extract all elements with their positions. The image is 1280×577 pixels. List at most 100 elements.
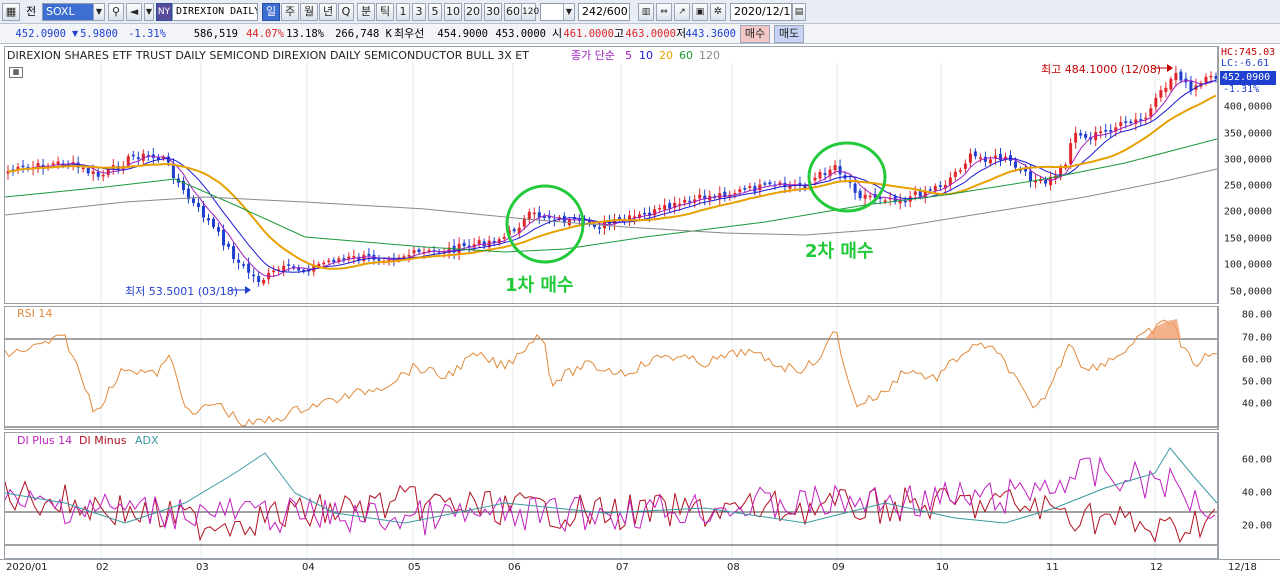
chart-type-icon[interactable]: ▥ bbox=[638, 3, 654, 21]
ma10-legend: 10 bbox=[639, 49, 653, 62]
tab-day[interactable]: 일 bbox=[262, 3, 280, 21]
candle-body bbox=[753, 186, 757, 192]
candle-body bbox=[1189, 80, 1193, 91]
rsi-panel[interactable]: RSI 14 bbox=[4, 306, 1218, 430]
x-label-12: 12 bbox=[1150, 562, 1163, 573]
bar-count-field[interactable]: 242/600 bbox=[578, 3, 630, 21]
settings-icon[interactable]: ✲ bbox=[710, 3, 726, 21]
candle-body bbox=[743, 188, 747, 190]
interval-10-button[interactable]: 10 bbox=[444, 3, 462, 21]
candle-body bbox=[823, 173, 827, 175]
quick-q-button[interactable]: Q bbox=[338, 3, 354, 21]
rsi-chart-svg bbox=[5, 307, 1217, 429]
candle-body bbox=[367, 253, 371, 256]
candle-body bbox=[131, 154, 135, 157]
candle-body bbox=[973, 151, 977, 157]
panel-grid-icon[interactable]: ▦ bbox=[9, 67, 23, 78]
change-pct-value: -1.31% bbox=[128, 28, 166, 40]
y-tick-200000: 200,0000 bbox=[1223, 206, 1272, 218]
candle-body bbox=[242, 264, 246, 266]
speaker-icon[interactable]: ◄ bbox=[126, 3, 142, 21]
open-value: 461.0000 bbox=[563, 28, 614, 40]
axis-hc-label: HC:745.03 bbox=[1221, 47, 1276, 58]
ask-value: 453.0000 bbox=[495, 28, 546, 40]
zoom-icon[interactable]: ⇔ bbox=[656, 3, 672, 21]
candle-body bbox=[322, 262, 326, 265]
custom-interval-dropdown-icon[interactable]: ▼ bbox=[563, 3, 575, 21]
sell-button[interactable]: 매도 bbox=[774, 25, 804, 43]
x-axis: 2020/01 02 03 04 05 06 07 08 09 10 11 12… bbox=[0, 559, 1280, 577]
candle-body bbox=[417, 249, 421, 253]
buy2-annotation: 2차 매수 bbox=[805, 241, 874, 262]
search-icon[interactable]: ⚲ bbox=[108, 3, 124, 21]
ma60-legend: 60 bbox=[679, 49, 693, 62]
candle-body bbox=[237, 259, 241, 263]
candle-body bbox=[201, 205, 205, 218]
x-label-09: 09 bbox=[832, 562, 845, 573]
candle-body bbox=[1174, 72, 1178, 81]
candle-body bbox=[818, 171, 822, 179]
tab-month[interactable]: 월 bbox=[300, 3, 318, 21]
candle-body bbox=[1079, 133, 1083, 136]
dmi-panel[interactable]: DI Plus 14 DI Minus ADX bbox=[4, 432, 1218, 559]
x-label-04: 04 bbox=[302, 562, 315, 573]
x-label-12-18: 12/18 bbox=[1228, 562, 1257, 573]
candle-body bbox=[1149, 108, 1153, 117]
candle-body bbox=[332, 259, 336, 263]
candle-body bbox=[978, 157, 982, 159]
candle-body bbox=[232, 246, 236, 260]
bid-value: 454.9000 bbox=[437, 28, 488, 40]
candle-body bbox=[983, 156, 987, 162]
interval-20-button[interactable]: 20 bbox=[464, 3, 482, 21]
tab-tick[interactable]: 틱 bbox=[376, 3, 394, 21]
candle-body bbox=[1124, 121, 1128, 123]
x-label-11: 11 bbox=[1046, 562, 1059, 573]
ma60-line bbox=[5, 138, 1217, 253]
candle-body bbox=[1099, 131, 1103, 134]
interval-30-button[interactable]: 30 bbox=[484, 3, 502, 21]
price-panel[interactable]: DIREXION SHARES ETF TRUST DAILY SEMICOND… bbox=[4, 46, 1218, 304]
tab-year[interactable]: 년 bbox=[319, 3, 337, 21]
tab-minute[interactable]: 분 bbox=[357, 3, 375, 21]
grid-icon[interactable]: ▦ bbox=[2, 3, 20, 21]
candle-body bbox=[683, 199, 687, 203]
trend-line-icon[interactable]: ↗ bbox=[674, 3, 690, 21]
candle-body bbox=[86, 168, 90, 174]
interval-3-button[interactable]: 3 bbox=[412, 3, 426, 21]
interval-120-button[interactable]: 120 bbox=[521, 3, 539, 21]
ma20-legend: 20 bbox=[659, 49, 673, 62]
interval-5-button[interactable]: 5 bbox=[428, 3, 442, 21]
date-field[interactable]: 2020/12/18 bbox=[730, 3, 792, 21]
x-label-10: 10 bbox=[936, 562, 949, 573]
current-change-pct: -1.31% bbox=[1223, 84, 1260, 95]
candle-body bbox=[748, 186, 752, 188]
candle-body bbox=[342, 258, 346, 260]
speaker-dropdown-icon[interactable]: ▼ bbox=[144, 3, 154, 21]
candle-body bbox=[171, 164, 175, 179]
candle-body bbox=[868, 195, 872, 198]
candle-body bbox=[1109, 130, 1113, 132]
interval-1-button[interactable]: 1 bbox=[396, 3, 410, 21]
candle-body bbox=[287, 264, 291, 266]
ma-legend-label: 종가 단순 bbox=[571, 49, 615, 62]
symbol-dropdown-icon[interactable]: ▼ bbox=[93, 3, 105, 21]
calendar-icon[interactable]: ▤ bbox=[792, 3, 806, 21]
candle-body bbox=[968, 153, 972, 163]
candle-body bbox=[56, 161, 60, 165]
buy-button[interactable]: 매수 bbox=[740, 25, 770, 43]
quote-bar: 452.0900 5.9800 ▼ -1.31% 586,519 44.07% … bbox=[0, 24, 1280, 44]
candle-body bbox=[196, 203, 200, 208]
high-annotation: 최고 484.1000 (12/08) bbox=[1041, 63, 1162, 76]
candle-body bbox=[953, 171, 957, 177]
interval-60-button[interactable]: 60 bbox=[504, 3, 522, 21]
tab-week[interactable]: 주 bbox=[281, 3, 299, 21]
save-icon[interactable]: ▣ bbox=[692, 3, 708, 21]
candle-body bbox=[1014, 161, 1018, 168]
rsi-title: RSI 14 bbox=[17, 307, 53, 320]
high-label: 고 bbox=[614, 27, 625, 40]
candle-body bbox=[477, 240, 481, 244]
candle-body bbox=[913, 191, 917, 195]
rsi-tick-50: 50.00 bbox=[1241, 376, 1272, 388]
dmi-chart-svg bbox=[5, 433, 1217, 558]
best-bid-ask-label: 최우선 bbox=[394, 27, 425, 40]
